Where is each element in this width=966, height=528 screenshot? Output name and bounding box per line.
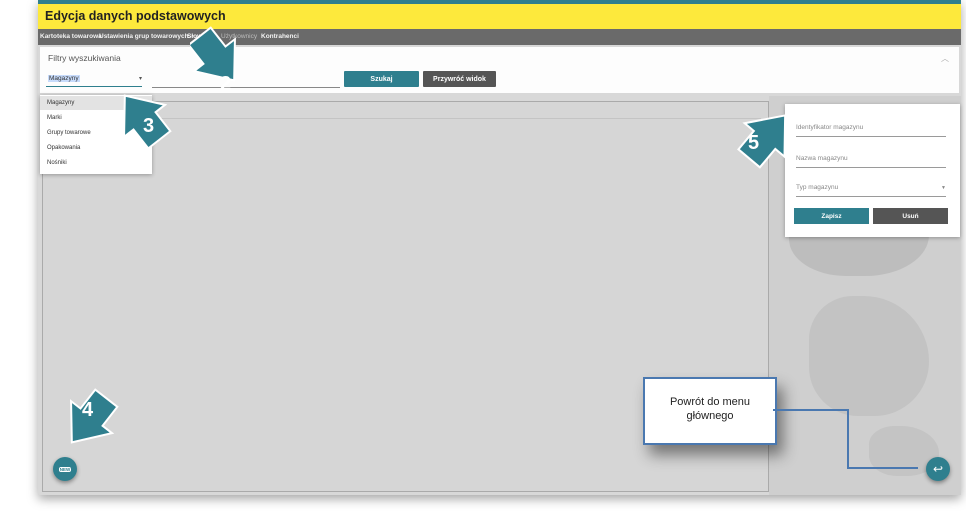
chevron-up-icon[interactable]: ︿ xyxy=(941,53,949,64)
new-icon: NEW xyxy=(58,466,72,472)
back-to-menu-button[interactable]: ↩ xyxy=(926,457,950,481)
save-button[interactable]: Zapisz xyxy=(794,208,869,224)
annotation-arrow-2-label: 2 xyxy=(220,73,231,95)
callout-connector xyxy=(773,409,918,469)
search-button[interactable]: Szukaj xyxy=(344,71,419,87)
help-callout-text: Powrót do menu głównego xyxy=(669,396,751,422)
annotation-arrow-4: 4 xyxy=(70,388,119,444)
nav-item-kartoteka[interactable]: Kartoteka towarowa xyxy=(40,33,102,40)
annotation-arrow-2: 2 xyxy=(190,26,236,95)
warehouse-name-field[interactable]: Nazwa magazynu xyxy=(796,155,946,168)
help-callout: Powrót do menu głównego xyxy=(643,377,777,445)
reply-arrow-icon: ↩ xyxy=(932,462,944,476)
warehouse-id-placeholder: Identyfikator magazynu xyxy=(796,124,864,131)
reset-view-button[interactable]: Przywróć widok xyxy=(423,71,496,87)
warehouse-name-placeholder: Nazwa magazynu xyxy=(796,155,848,162)
dictionary-select-value: Magazyny xyxy=(48,75,80,82)
annotation-arrow-5: 5 xyxy=(737,114,787,169)
nav-bar: Kartoteka towarowa Ustawienia grup towar… xyxy=(38,29,961,45)
dropdown-arrow-icon: ▼ xyxy=(941,185,946,191)
warehouse-id-field[interactable]: Identyfikator magazynu xyxy=(796,124,946,137)
title-bar: Edycja danych podstawowych xyxy=(38,4,961,29)
annotation-arrow-3: 3 xyxy=(123,94,172,150)
warehouse-type-select[interactable]: Typ magazynu ▼ xyxy=(796,184,946,197)
nav-item-kontrahenci[interactable]: Kontrahenci xyxy=(261,33,299,40)
warehouse-type-placeholder: Typ magazynu xyxy=(796,184,839,191)
delete-button[interactable]: Usuń xyxy=(873,208,948,224)
annotation-arrow-3-label: 3 xyxy=(143,115,154,137)
annotation-arrow-4-label: 4 xyxy=(82,399,94,421)
map-landmass xyxy=(809,296,929,416)
nav-item-ustawienia[interactable]: Ustawienia grup towarowych xyxy=(99,33,189,40)
filters-label: Filtry wyszukiwania xyxy=(48,53,121,63)
annotation-arrow-5-label: 5 xyxy=(748,132,759,154)
dropdown-arrow-icon: ▾ xyxy=(138,76,142,82)
edit-form-card: Identyfikator magazynu Nazwa magazynu Ty… xyxy=(785,104,960,237)
